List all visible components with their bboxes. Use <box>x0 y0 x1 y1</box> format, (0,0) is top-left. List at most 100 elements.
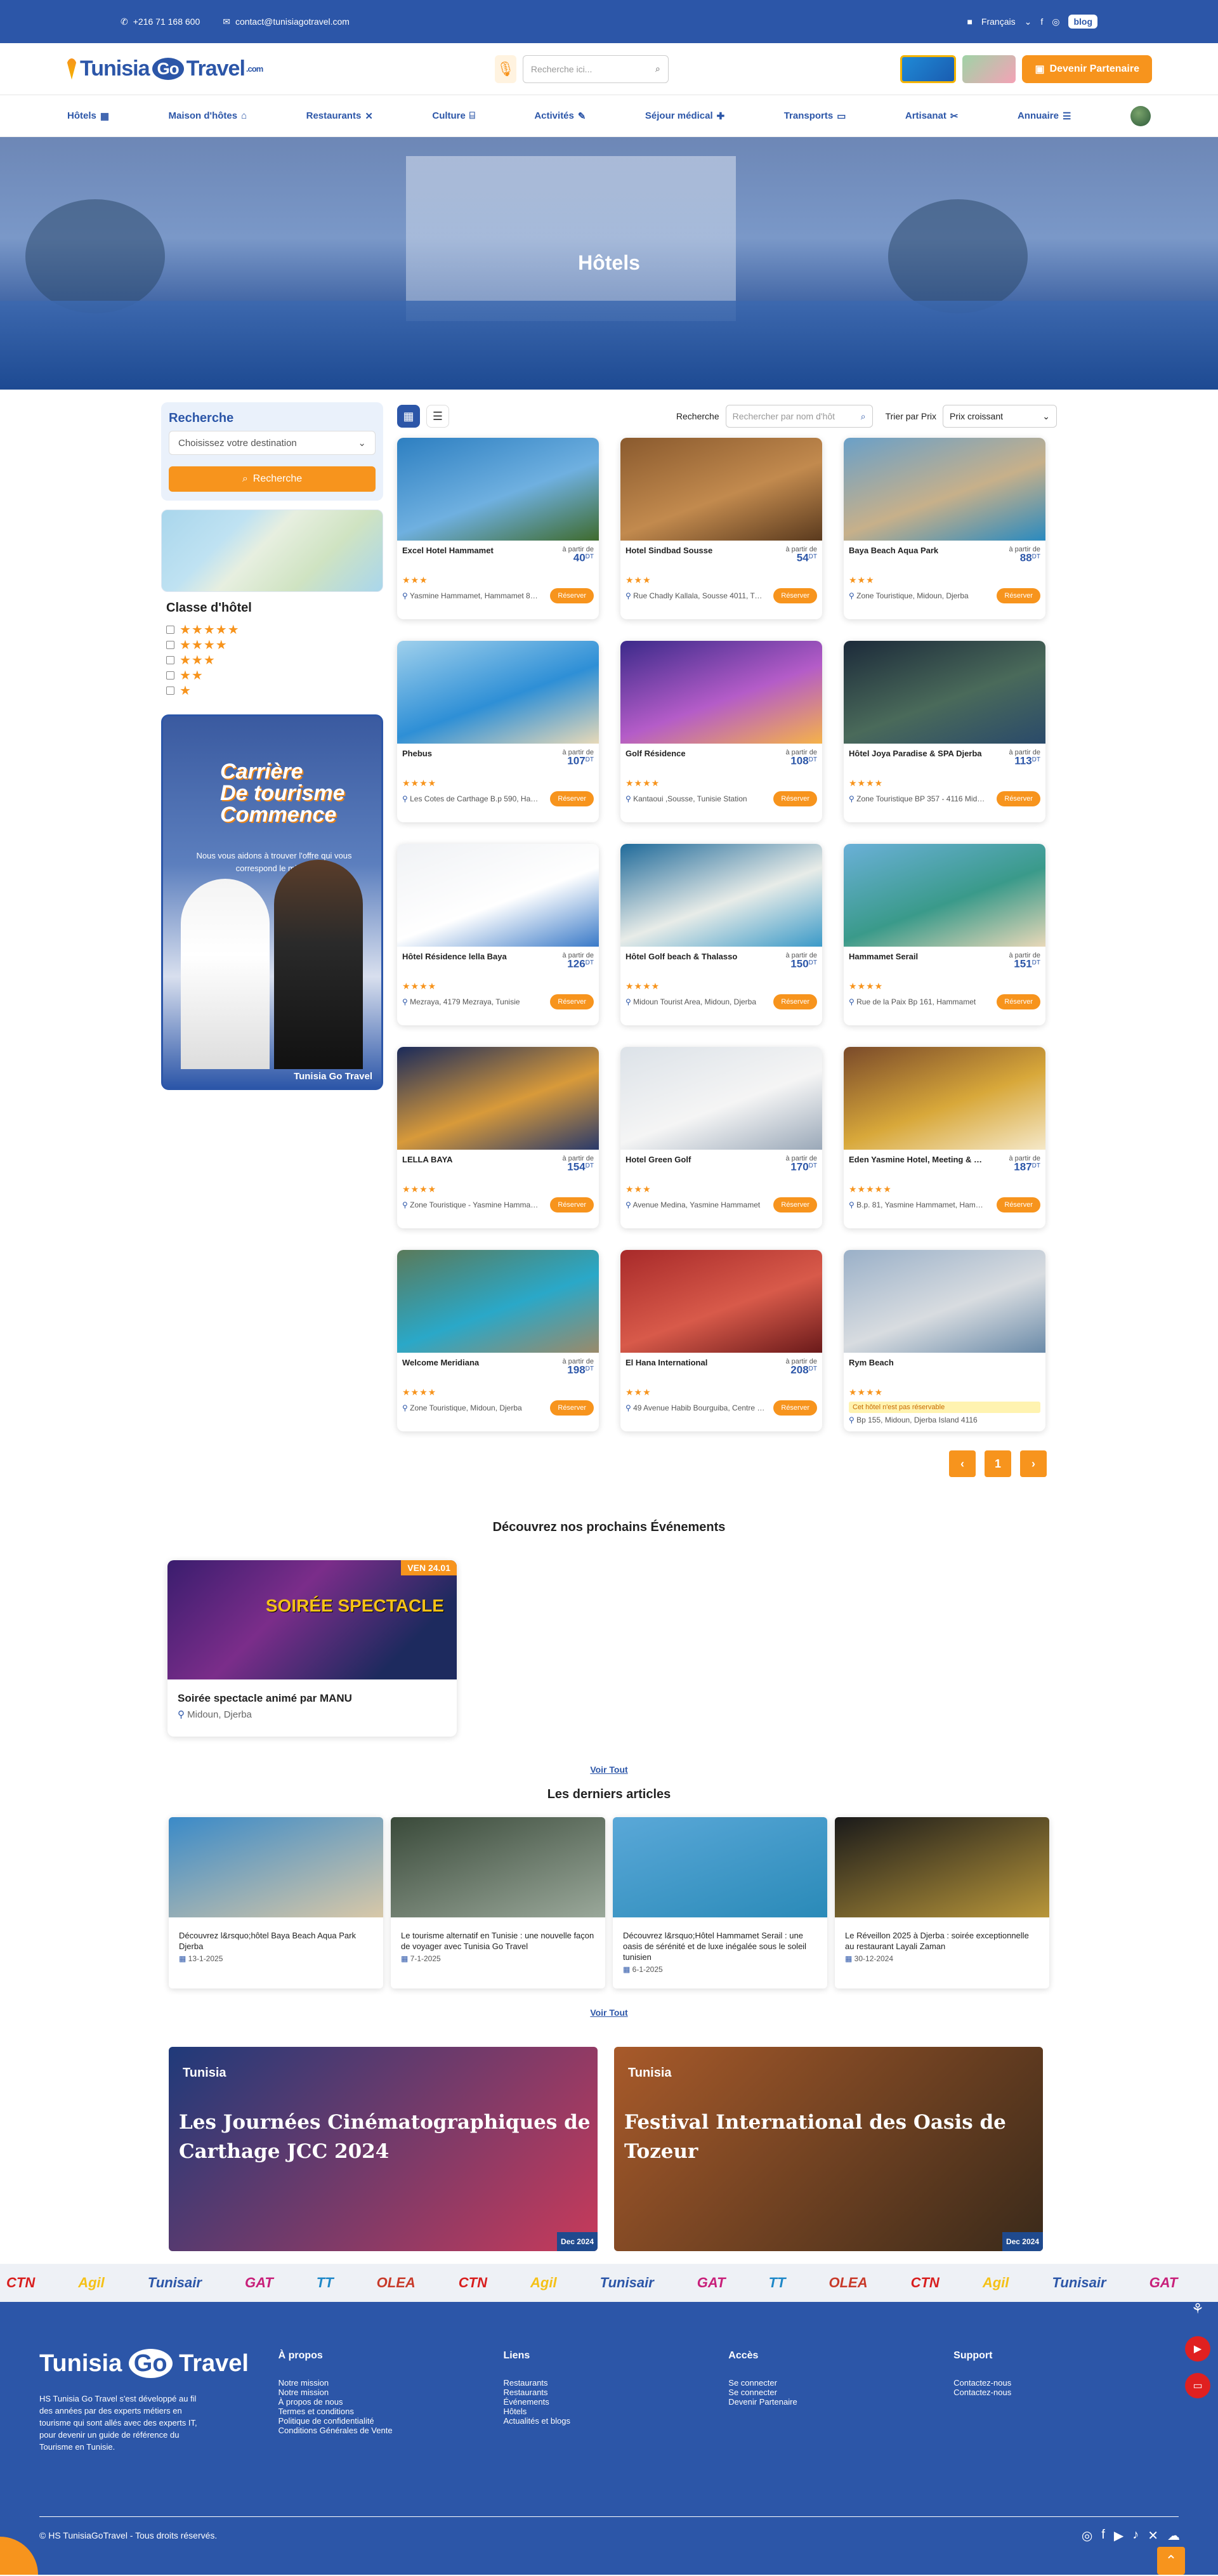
checkbox[interactable] <box>166 671 174 680</box>
partner-logo[interactable]: CTN <box>6 2275 35 2291</box>
article-card[interactable]: Découvrez l&rsquo;Hôtel Hammamet Serail … <box>613 1817 827 1988</box>
article-title[interactable]: Découvrez l&rsquo;hôtel Baya Beach Aqua … <box>169 1917 383 1954</box>
event-card[interactable]: VEN 24.01 SOIRÉE SPECTACLE Soirée specta… <box>167 1560 457 1737</box>
hotel-image[interactable] <box>844 438 1045 541</box>
class-option-4[interactable]: ★★★★ <box>166 637 378 652</box>
footer-link[interactable]: Notre mission <box>278 2388 504 2397</box>
reserve-button[interactable]: Réserver <box>550 1400 594 1416</box>
hotel-name[interactable]: El Hana International <box>625 1358 759 1367</box>
class-option-1[interactable]: ★ <box>166 683 378 698</box>
reserve-button[interactable]: Réserver <box>997 994 1040 1009</box>
tiktok-icon[interactable]: ♪ <box>1132 2528 1139 2544</box>
hotel-image[interactable] <box>620 438 822 541</box>
hotel-card[interactable]: Golf Résidence à partir de 108DT ★★★★ ⚲ Kant… <box>620 641 822 822</box>
scroll-top-button[interactable]: ⌃ <box>1157 2547 1185 2575</box>
partner-logo[interactable]: Agil <box>530 2275 557 2291</box>
class-option-2[interactable]: ★★ <box>166 667 378 683</box>
hotel-card[interactable]: Welcome Meridiana à partir de 198DT ★★★★ ⚲ Z… <box>397 1250 599 1431</box>
article-card[interactable]: Le tourisme alternatif en Tunisie : une … <box>391 1817 605 1988</box>
instagram-icon[interactable]: ◎ <box>1052 16 1059 27</box>
reserve-button[interactable]: Réserver <box>550 1197 594 1212</box>
chat-icon[interactable]: ☁ <box>1167 2528 1180 2544</box>
nav-hotels[interactable]: Hôtels ▦ <box>67 110 109 122</box>
partner-logo[interactable]: Agil <box>983 2275 1009 2291</box>
hotel-card[interactable]: Rym Beach ★★★★ Cet hôtel n'est pas réserva… <box>844 1250 1045 1431</box>
hotel-card[interactable]: Hotel Sindbad Sousse à partir de 54DT ★★★ ⚲ … <box>620 438 822 619</box>
hotel-card[interactable]: Hotel Green Golf à partir de 170DT ★★★ ⚲ Ave… <box>620 1047 822 1228</box>
nav-restaurants[interactable]: Restaurants ✕ <box>306 110 373 122</box>
search-icon[interactable]: ⌕ <box>655 63 660 74</box>
hotel-card[interactable]: Hôtel Joya Paradise & SPA Djerba à partir… <box>844 641 1045 822</box>
partner-logo[interactable]: Agil <box>78 2275 105 2291</box>
article-card[interactable]: Le Réveillon 2025 à Djerba : soirée exce… <box>835 1817 1049 1988</box>
article-card[interactable]: Découvrez l&rsquo;hôtel Baya Beach Aqua … <box>169 1817 383 1988</box>
article-title[interactable]: Le Réveillon 2025 à Djerba : soirée exce… <box>835 1917 1049 1954</box>
nav-activities[interactable]: Activités ✎ <box>534 110 586 122</box>
hotel-image[interactable] <box>397 1250 599 1353</box>
destination-select[interactable]: Choisissez votre destination ⌄ <box>169 431 376 455</box>
facebook-icon[interactable]: f <box>1101 2528 1105 2544</box>
hotel-name[interactable]: Hôtel Résidence lella Baya <box>402 952 535 961</box>
award-badge[interactable] <box>962 55 1016 83</box>
become-partner-button[interactable]: ▣ Devenir Partenaire <box>1022 55 1152 83</box>
hotel-image[interactable] <box>844 1047 1045 1150</box>
partner-logo[interactable]: CTN <box>911 2275 940 2291</box>
nav-transport[interactable]: Transports ▭ <box>784 110 846 122</box>
microphone-icon[interactable]: 🎙 <box>494 55 516 83</box>
search-icon[interactable]: ⌕ <box>861 411 866 422</box>
checkbox[interactable] <box>166 625 174 634</box>
event-banner[interactable]: Tunisia Festival International des Oasis … <box>614 2047 1043 2251</box>
reserve-button[interactable]: Réserver <box>773 994 817 1009</box>
hotel-image[interactable] <box>620 844 822 947</box>
footer-link[interactable]: Conditions Générales de Vente <box>278 2426 504 2435</box>
prev-page-button[interactable]: ‹ <box>949 1450 976 1477</box>
email-contact[interactable]: ✉ contact@tunisiagotravel.com <box>223 16 350 27</box>
page-1-button[interactable]: 1 <box>985 1450 1011 1477</box>
hotel-name[interactable]: Golf Résidence <box>625 749 759 758</box>
x-icon[interactable]: ✕ <box>1148 2528 1158 2544</box>
footer-link[interactable]: Se connecter <box>728 2378 953 2388</box>
header-search-input[interactable]: Recherche ici... ⌕ <box>522 55 669 83</box>
partner-logo[interactable]: TT <box>317 2275 334 2291</box>
hotel-name[interactable]: Baya Beach Aqua Park <box>849 546 982 555</box>
hotel-card[interactable]: Eden Yasmine Hotel, Meeting & Spa à parti… <box>844 1047 1045 1228</box>
hotel-image[interactable] <box>844 844 1045 947</box>
career-promo-banner[interactable]: Carrière De tourisme Commence Nous vous ai… <box>161 714 383 1090</box>
nav-medical[interactable]: Séjour médical ✚ <box>645 110 724 122</box>
grid-view-icon[interactable]: ▦ <box>397 405 420 428</box>
hotel-image[interactable] <box>397 844 599 947</box>
hotel-card[interactable]: Baya Beach Aqua Park à partir de 88DT ★★★ ⚲ … <box>844 438 1045 619</box>
footer-logo[interactable]: Tunisia Go Travel <box>39 2349 278 2378</box>
search-button[interactable]: ⌕ Recherche <box>169 466 376 492</box>
youtube-float-icon[interactable]: ▶ <box>1185 2336 1210 2362</box>
hotel-image[interactable] <box>397 438 599 541</box>
class-option-3[interactable]: ★★★ <box>166 652 378 667</box>
sort-select[interactable]: Prix croissant ⌄ <box>943 405 1057 428</box>
language-selector[interactable]: Français <box>981 16 1016 27</box>
events-see-all-link[interactable]: Voir Tout <box>0 1764 1218 1775</box>
footer-link[interactable]: Contactez-nous <box>953 2378 1179 2388</box>
hotel-image[interactable] <box>620 641 822 744</box>
article-title[interactable]: Le tourisme alternatif en Tunisie : une … <box>391 1917 605 1954</box>
reserve-button[interactable]: Réserver <box>773 791 817 806</box>
hotel-name[interactable]: Hôtel Joya Paradise & SPA Djerba <box>849 749 982 758</box>
hotel-name[interactable]: Hotel Green Golf <box>625 1155 759 1164</box>
hotel-name[interactable]: Welcome Meridiana <box>402 1358 535 1367</box>
hotel-card[interactable]: Phebus à partir de 107DT ★★★★ ⚲ Les Cotes de… <box>397 641 599 822</box>
footer-link[interactable]: Termes et conditions <box>278 2407 504 2416</box>
checkbox[interactable] <box>166 655 174 664</box>
hotel-name-search-input[interactable]: Rechercher par nom d'hôt ⌕ <box>725 405 873 428</box>
reserve-button[interactable]: Réserver <box>997 1197 1040 1212</box>
checkbox[interactable] <box>166 686 174 695</box>
hotel-card[interactable]: Hammamet Serail à partir de 151DT ★★★★ ⚲ Rue… <box>844 844 1045 1025</box>
reserve-button[interactable]: Réserver <box>773 1400 817 1416</box>
reserve-button[interactable]: Réserver <box>550 588 594 603</box>
list-view-icon[interactable]: ☰ <box>426 405 449 428</box>
hotel-name[interactable]: Hotel Sindbad Sousse <box>625 546 759 555</box>
hotel-image[interactable] <box>397 1047 599 1150</box>
event-banner[interactable]: Tunisia Les Journées Cinématographiques d… <box>169 2047 598 2251</box>
partner-logo[interactable]: Tunisair <box>1052 2275 1106 2291</box>
hotel-image[interactable] <box>397 641 599 744</box>
nav-culture[interactable]: Culture ⌸ <box>432 110 475 121</box>
signature-icon[interactable]: ⚘ <box>1191 2301 1210 2317</box>
